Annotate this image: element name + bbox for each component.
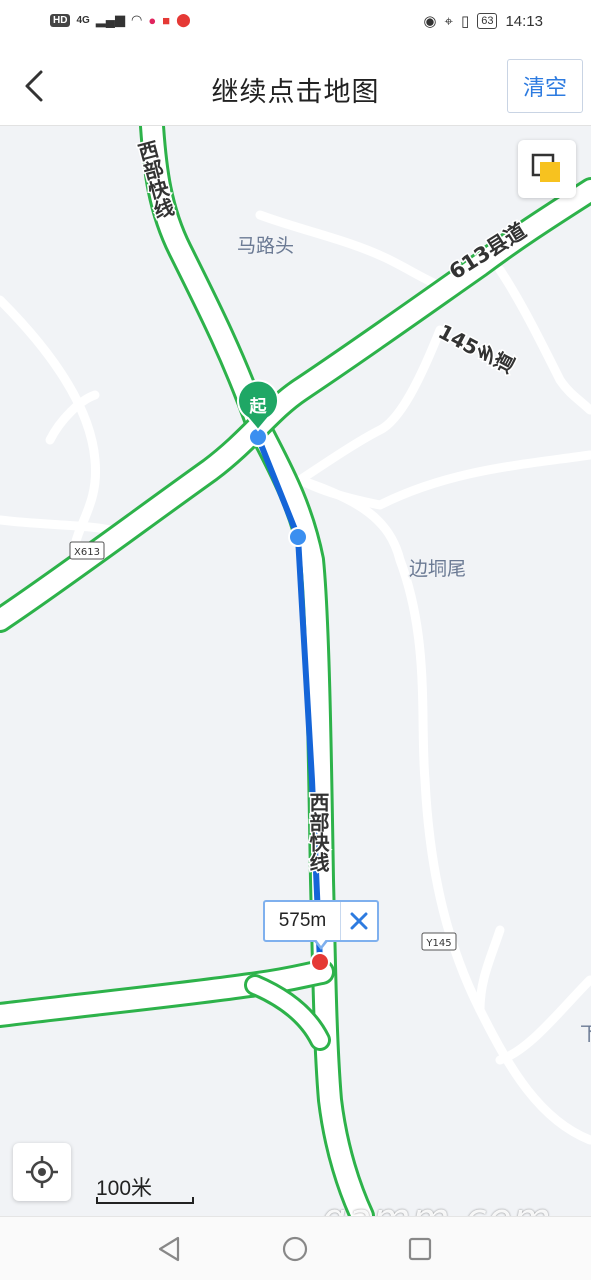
distance-value: 575m — [265, 902, 341, 940]
location-icon: ⌖ — [444, 12, 453, 30]
locate-me-button[interactable] — [13, 1143, 71, 1201]
nav-back-button[interactable] — [153, 1233, 185, 1265]
system-nav-bar — [0, 1216, 591, 1280]
map-scale: 100米 — [96, 1172, 194, 1204]
battery-indicator: 63 — [477, 13, 498, 29]
status-bar: HD 4G ▂▄▆ ◠ ● ■ ⬤ ◉ ⌖ ▯ 63 14:13 — [0, 0, 591, 46]
news-app-icon: ■ — [162, 12, 171, 28]
page-title: 继续点击地图 — [211, 77, 380, 107]
map-canvas[interactable]: 起 西部快线 西部快线 613县道 145乡道 马路头 边垌尾 下 X613 Y… — [0, 126, 591, 1216]
road-shield-y145-label: Y145 — [425, 938, 451, 949]
popup-pointer — [313, 938, 329, 950]
edge-partial-label: 下 — [580, 1023, 591, 1045]
township-road-label: 145乡道 — [434, 319, 517, 379]
road-shield-y145: Y145 — [421, 932, 457, 951]
vibrate-icon: ▯ — [460, 13, 470, 30]
remove-point-button[interactable] — [341, 902, 377, 940]
eye-icon: ◉ — [423, 13, 437, 30]
network-badge: 4G — [76, 14, 90, 26]
map-view[interactable]: 起 西部快线 西部快线 613县道 145乡道 马路头 边垌尾 下 X613 Y… — [0, 126, 591, 1216]
village-malutou-label: 马路头 — [237, 235, 294, 257]
close-icon — [350, 912, 368, 930]
village-biantongwei-label: 边垌尾 — [409, 558, 466, 580]
square-recents-icon — [408, 1237, 432, 1261]
triangle-back-icon — [158, 1236, 180, 1262]
status-time: 14:13 — [505, 12, 543, 30]
hd-badge: HD — [50, 13, 71, 27]
app-notification-icon: ● — [148, 12, 157, 28]
clear-button[interactable]: 清空 — [507, 59, 583, 113]
wifi-icon: ◠ — [131, 12, 143, 27]
map-layer-button[interactable] — [518, 140, 576, 198]
signal-icon: ▂▄▆ — [95, 12, 126, 27]
status-right: ◉ ⌖ ▯ 63 14:13 — [423, 12, 543, 31]
crosshair-icon — [26, 1156, 58, 1188]
start-marker-label: 起 — [249, 396, 268, 417]
distance-popup: 575m — [263, 900, 379, 950]
end-point-marker[interactable] — [310, 952, 330, 972]
circle-home-icon — [282, 1236, 308, 1262]
map-app-icon: ⬤ — [176, 12, 191, 27]
layers-icon — [531, 153, 560, 182]
scale-bar — [96, 1197, 194, 1204]
nav-recents-button[interactable] — [404, 1233, 436, 1265]
road-shield-x613-label: X613 — [74, 547, 100, 558]
nav-home-button[interactable] — [279, 1233, 311, 1265]
route-vertex[interactable] — [288, 527, 308, 547]
west-line-label-mid: 西部快线 — [306, 792, 330, 872]
road-shield-x613: X613 — [69, 541, 105, 560]
status-left: HD 4G ▂▄▆ ◠ ● ■ ⬤ — [50, 12, 191, 28]
title-bar: 继续点击地图 清空 — [0, 46, 591, 126]
